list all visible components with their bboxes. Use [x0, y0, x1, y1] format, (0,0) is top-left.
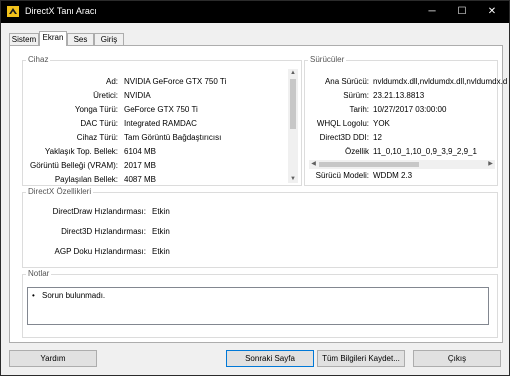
driver-label: Direct3D DDI:: [319, 133, 369, 142]
feature-row-directdraw: DirectDraw Hızlandırması: Etkin: [23, 207, 223, 219]
device-value: NVIDIA GeForce GTX 750 Ti: [124, 77, 227, 86]
tab-giris[interactable]: Giriş: [94, 33, 124, 45]
drivers-group-title: Sürücüler: [308, 55, 347, 64]
device-label: Paylaşılan Bellek:: [54, 175, 118, 184]
device-value: Tam Görüntü Bağdaştırıcısı: [124, 133, 222, 142]
device-value: NVIDIA: [124, 91, 151, 100]
tab-sistem[interactable]: Sistem: [9, 33, 39, 45]
driver-value: 10/27/2017 03:00:00: [373, 105, 447, 114]
next-page-button[interactable]: Sonraki Sayfa: [226, 350, 314, 367]
driver-label: WHQL Logolu:: [316, 119, 369, 128]
driver-value: 23.21.13.8813: [373, 91, 425, 100]
feature-row-direct3d: Direct3D Hızlandırması: Etkin: [23, 227, 223, 239]
device-value: Integrated RAMDAC: [124, 119, 197, 128]
driver-row-model: Sürücü Modeli: WDDM 2.3: [305, 171, 499, 183]
close-icon[interactable]: ✕: [485, 5, 499, 19]
bullet-icon: •: [32, 291, 35, 300]
feature-label: DirectDraw Hızlandırması:: [52, 207, 146, 216]
feature-row-agp: AGP Doku Hızlandırması: Etkin: [23, 247, 223, 259]
feature-label: Direct3D Hızlandırması:: [61, 227, 146, 236]
device-group: Cihaz Ad: NVIDIA GeForce GTX 750 Ti Üret…: [22, 55, 302, 187]
feature-value: Etkin: [152, 247, 170, 256]
help-button[interactable]: Yardım: [9, 350, 97, 367]
notes-textbox[interactable]: • Sorun bulunmadı.: [27, 287, 489, 325]
driver-row-feature-levels: Özellik 11_0,10_1,10_0,9_3,9_2,9_1: [305, 147, 499, 159]
device-row-shared-memory: Paylaşılan Bellek: 4087 MB: [23, 175, 283, 187]
driver-value: 11_0,10_1,10_0,9_3,9_2,9_1: [373, 147, 477, 156]
device-label: Görüntü Belleği (VRAM):: [29, 161, 118, 170]
save-all-button[interactable]: Tüm Bilgileri Kaydet...: [317, 350, 405, 367]
drivers-group: Sürücüler Ana Sürücü: nvldumdx.dll,nvldu…: [304, 55, 507, 186]
driver-row-d3d-ddi: Direct3D DDI: 12: [305, 133, 499, 145]
drivers-scrollbar[interactable]: ◀ ▶: [309, 160, 495, 169]
tab-ses[interactable]: Ses: [67, 33, 94, 45]
device-label: Üretici:: [93, 91, 118, 100]
device-row-dac-type: DAC Türü: Integrated RAMDAC: [23, 119, 283, 131]
scroll-left-icon[interactable]: ◀: [309, 160, 318, 168]
tab-ekran[interactable]: Ekran: [39, 31, 67, 46]
device-scrollbar[interactable]: ▲ ▼: [288, 69, 298, 183]
device-label: DAC Türü:: [80, 119, 118, 128]
device-label: Yaklaşık Top. Bellek:: [44, 147, 118, 156]
note-item: Sorun bulunmadı.: [42, 291, 106, 300]
directx-app-icon: [7, 6, 19, 17]
driver-value: WDDM 2.3: [373, 171, 413, 180]
drivers-scroll-thumb[interactable]: [319, 162, 419, 167]
scroll-right-icon[interactable]: ▶: [486, 160, 495, 168]
exit-button[interactable]: Çıkış: [413, 350, 501, 367]
feature-value: Etkin: [152, 207, 170, 216]
device-group-title: Cihaz: [26, 55, 51, 64]
title-bar[interactable]: DirectX Tanı Aracı ─ ☐ ✕: [1, 1, 509, 23]
directx-features-group: DirectX Özellikleri DirectDraw Hızlandır…: [22, 187, 498, 268]
driver-label: Ana Sürücü:: [324, 77, 369, 86]
device-scroll-thumb[interactable]: [290, 79, 296, 129]
device-row-device-type: Cihaz Türü: Tam Görüntü Bağdaştırıcısı: [23, 133, 283, 145]
window-title: DirectX Tanı Aracı: [25, 6, 97, 16]
driver-row-main: Ana Sürücü: nvldumdx.dll,nvldumdx.dll,nv…: [305, 77, 507, 89]
feature-value: Etkin: [152, 227, 170, 236]
driver-label: Sürüm:: [343, 91, 369, 100]
device-value: GeForce GTX 750 Ti: [124, 105, 198, 114]
scroll-up-icon[interactable]: ▲: [288, 69, 298, 77]
display-tab-panel: Cihaz Ad: NVIDIA GeForce GTX 750 Ti Üret…: [9, 45, 507, 343]
features-group-title: DirectX Özellikleri: [26, 187, 94, 196]
notes-group-title: Notlar: [26, 269, 52, 278]
device-row-vram: Görüntü Belleği (VRAM): 2017 MB: [23, 161, 283, 173]
maximize-icon[interactable]: ☐: [455, 5, 469, 19]
driver-label: Sürücü Modeli:: [315, 171, 369, 180]
device-row-name: Ad: NVIDIA GeForce GTX 750 Ti: [23, 77, 283, 89]
device-value: 4087 MB: [124, 175, 157, 184]
driver-value: nvldumdx.dll,nvldumdx.dll,nvldumdx.d: [373, 77, 508, 86]
device-row-manufacturer: Üretici: NVIDIA: [23, 91, 283, 103]
device-value: 6104 MB: [124, 147, 157, 156]
driver-value: 12: [373, 133, 382, 142]
device-label: Cihaz Türü:: [76, 133, 118, 142]
driver-row-date: Tarih: 10/27/2017 03:00:00: [305, 105, 499, 117]
notes-group: Notlar • Sorun bulunmadı.: [22, 269, 498, 338]
minimize-icon[interactable]: ─: [425, 5, 439, 19]
driver-row-version: Sürüm: 23.21.13.8813: [305, 91, 499, 103]
device-row-total-memory: Yaklaşık Top. Bellek: 6104 MB: [23, 147, 283, 159]
device-row-chip-type: Yonga Türü: GeForce GTX 750 Ti: [23, 105, 283, 117]
directx-diagnostic-window: DirectX Tanı Aracı ─ ☐ ✕ Sistem Ekran Se…: [0, 0, 510, 376]
device-label: Ad:: [105, 77, 118, 86]
driver-label: Tarih:: [349, 105, 369, 114]
driver-label: Özellik: [344, 147, 369, 156]
scroll-down-icon[interactable]: ▼: [288, 175, 298, 183]
driver-row-whql: WHQL Logolu: YOK: [305, 119, 499, 131]
device-value: 2017 MB: [124, 161, 157, 170]
feature-label: AGP Doku Hızlandırması:: [54, 247, 146, 256]
driver-value: YOK: [373, 119, 390, 128]
device-label: Yonga Türü:: [74, 105, 118, 114]
